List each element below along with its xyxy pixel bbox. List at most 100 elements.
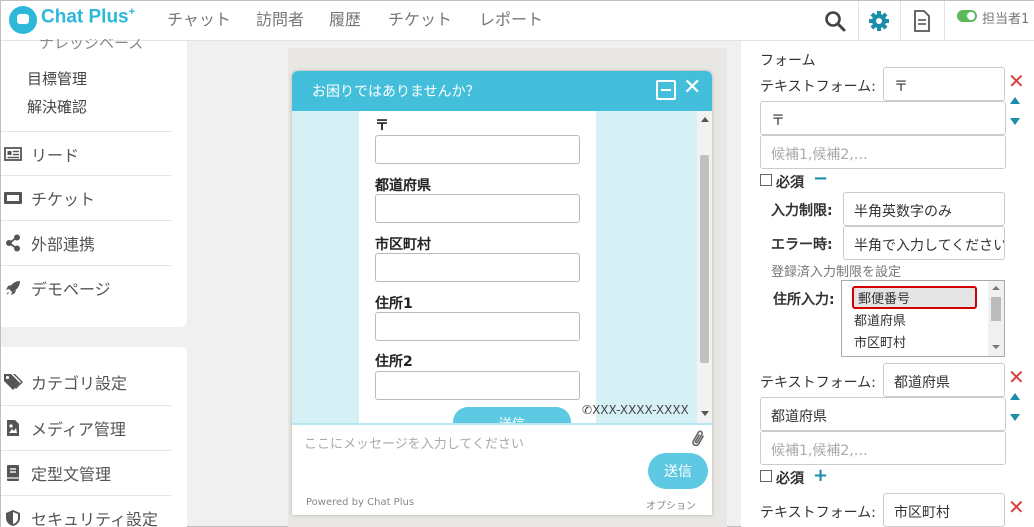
city-input[interactable] xyxy=(375,253,580,282)
sidebar-item-label: カテゴリ設定 xyxy=(31,374,128,393)
chat-widget-title: お困りではありませんか？ xyxy=(312,84,480,100)
sidebar-item-label: チケット xyxy=(31,189,96,209)
sidebar-item-label: メディア管理 xyxy=(31,419,126,439)
nav-chat[interactable]: チャット xyxy=(167,6,231,30)
form-label-address1: 住所1 xyxy=(375,296,413,312)
sidebar-subitem-resolution-check[interactable]: 解決確認 xyxy=(27,96,87,117)
scrollbar-thumb[interactable] xyxy=(991,297,1001,321)
candidates-input[interactable]: 候補1,候補2,… xyxy=(760,431,1006,465)
sidebar-item-label: 定型文管理 xyxy=(31,464,112,484)
input-limit-label: 入力制限: xyxy=(771,203,833,219)
field-value-input[interactable]: 〒 xyxy=(760,101,1006,135)
form-label-postal: 〒 xyxy=(375,118,389,134)
move-down-arrow-icon[interactable] xyxy=(1010,414,1020,421)
form-label-prefecture: 都道府県 xyxy=(375,178,431,194)
top-navigation-bar: Chat Plus+ チャット 訪問者 履歴 チケット レポート 担当者1 xyxy=(1,1,1034,41)
sidebar-item-tickets[interactable]: チケット xyxy=(1,175,171,219)
delete-field-icon[interactable]: ✕ xyxy=(1008,69,1025,93)
rocket-icon xyxy=(1,279,25,297)
media-file-icon xyxy=(1,419,25,437)
error-text-input[interactable]: 半角で入力してください xyxy=(843,226,1005,260)
prefecture-input[interactable] xyxy=(375,194,580,223)
delete-field-icon[interactable]: ✕ xyxy=(1008,365,1025,389)
move-up-arrow-icon[interactable] xyxy=(1010,393,1020,400)
app-logo-text[interactable]: Chat Plus+ xyxy=(41,6,135,28)
agent-name[interactable]: 担当者1 xyxy=(982,8,1029,27)
input-limit-field[interactable]: 半角英数字のみ xyxy=(843,192,1005,226)
search-icon[interactable] xyxy=(815,1,855,41)
tags-icon xyxy=(1,373,25,391)
sidebar-item-knowledge-partial[interactable]: ナレッジベース xyxy=(39,39,143,49)
field-name-input[interactable]: 〒 xyxy=(883,67,1005,101)
chat-input-area: ここにメッセージを入力してください 送信 Powered by Chat Plu… xyxy=(292,423,712,515)
chat-widget-body: 〒 都道府県 市区町村 住所1 住所2 送信 ✆XXX-XXXX-XXXX xyxy=(292,111,697,437)
required-label: 必須 xyxy=(776,471,804,487)
template-book-icon xyxy=(1,464,25,482)
paperclip-icon[interactable] xyxy=(690,429,706,453)
message-input[interactable]: ここにメッセージを入力してください xyxy=(304,433,524,452)
nav-reports[interactable]: レポート xyxy=(479,6,543,30)
address-type-listbox[interactable]: 郵便番号 都道府県 市区町村 xyxy=(841,280,1005,357)
address1-input[interactable] xyxy=(375,312,580,341)
chat-plus-logo-icon[interactable] xyxy=(9,6,37,34)
sidebar-item-template-management[interactable]: 定型文管理 xyxy=(1,450,171,494)
sidebar-item-integrations[interactable]: 外部連携 xyxy=(1,220,171,264)
scroll-down-arrow-icon[interactable] xyxy=(701,411,709,416)
nav-visitors[interactable]: 訪問者 xyxy=(256,6,304,30)
option-link[interactable]: オプション xyxy=(646,497,696,512)
text-form-label: テキストフォーム: xyxy=(760,375,876,391)
expand-plus-icon[interactable]: + xyxy=(813,467,828,485)
sidebar-item-leads[interactable]: リード xyxy=(1,131,171,175)
send-button[interactable]: 送信 xyxy=(648,453,708,489)
required-checkbox[interactable] xyxy=(760,174,772,186)
lead-card-icon xyxy=(1,146,25,161)
sidebar-item-label: 外部連携 xyxy=(31,234,96,254)
chat-widget-header: お困りではありませんか？ ✕ xyxy=(292,71,712,111)
move-up-arrow-icon[interactable] xyxy=(1010,97,1020,104)
registered-limit-label: 登録済入力制限を設定 xyxy=(771,265,902,280)
sidebar-subitem-goal-management[interactable]: 目標管理 xyxy=(27,68,87,89)
delete-field-icon[interactable]: ✕ xyxy=(1008,495,1025,519)
address-option-postal-code[interactable]: 郵便番号 xyxy=(858,288,910,307)
required-label: 必須 xyxy=(776,175,804,191)
minimize-icon[interactable] xyxy=(656,80,676,100)
sidebar-item-security-settings[interactable]: セキュリティ設定 xyxy=(1,495,171,527)
collapse-minus-icon[interactable]: − xyxy=(813,170,828,188)
nav-divider xyxy=(944,1,945,41)
nav-history[interactable]: 履歴 xyxy=(329,6,361,30)
address-option-prefecture[interactable]: 都道府県 xyxy=(854,310,906,329)
powered-by-text: Powered by Chat Plus xyxy=(306,497,415,508)
nav-tickets[interactable]: チケット xyxy=(388,6,452,30)
address-option-city[interactable]: 市区町村 xyxy=(854,332,906,351)
chat-scrollbar[interactable] xyxy=(697,111,712,423)
scroll-up-arrow-icon[interactable] xyxy=(992,286,1000,290)
field-name-input[interactable]: 都道府県 xyxy=(883,363,1005,397)
gear-icon[interactable] xyxy=(859,1,899,41)
form-label-address2: 住所2 xyxy=(375,354,413,370)
address-form: 〒 都道府県 市区町村 住所1 住所2 送信 xyxy=(359,111,596,437)
field-name-input[interactable]: 市区町村 xyxy=(883,493,1005,527)
sidebar-item-label: デモページ xyxy=(31,279,111,299)
postal-code-input[interactable] xyxy=(375,135,580,164)
scroll-down-arrow-icon[interactable] xyxy=(992,345,1000,349)
scroll-up-arrow-icon[interactable] xyxy=(701,117,709,122)
sidebar-item-label: リード xyxy=(31,145,80,165)
availability-toggle[interactable] xyxy=(957,10,977,22)
phone-number[interactable]: ✆XXX-XXXX-XXXX xyxy=(582,403,689,417)
required-checkbox[interactable] xyxy=(760,470,772,482)
listbox-scrollbar[interactable] xyxy=(988,281,1004,356)
shield-icon xyxy=(1,509,25,527)
candidates-input[interactable]: 候補1,候補2,… xyxy=(760,135,1006,169)
sidebar-item-media-management[interactable]: メディア管理 xyxy=(1,405,171,449)
nav-divider xyxy=(900,1,901,41)
chat-widget-preview: お困りではありませんか？ ✕ 〒 都道府県 市区町村 住所1 住所2 送信 ✆X… xyxy=(292,71,712,515)
scrollbar-thumb[interactable] xyxy=(700,155,709,363)
document-icon[interactable] xyxy=(902,1,942,41)
sidebar-item-category-settings[interactable]: カテゴリ設定 xyxy=(1,360,171,404)
address2-input[interactable] xyxy=(375,371,580,400)
close-icon[interactable]: ✕ xyxy=(683,75,701,100)
address-input-label: 住所入力: xyxy=(773,292,835,308)
field-value-input[interactable]: 都道府県 xyxy=(760,397,1006,431)
move-down-arrow-icon[interactable] xyxy=(1010,118,1020,125)
sidebar-item-demo-page[interactable]: デモページ xyxy=(1,265,171,309)
